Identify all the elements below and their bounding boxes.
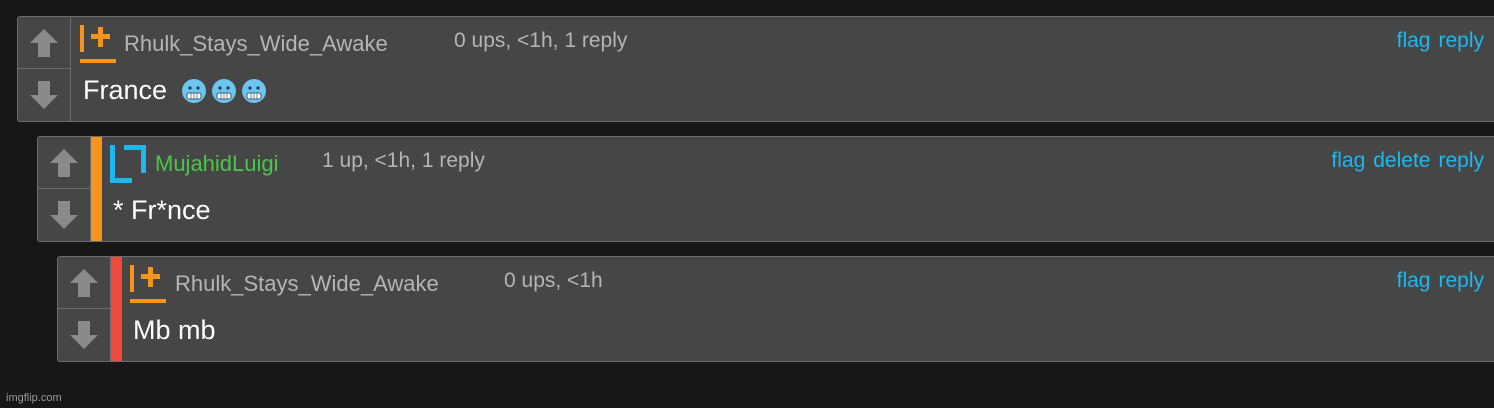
upvote-button[interactable] [58,257,110,309]
username[interactable]: Rhulk_Stays_Wide_Awake [124,31,388,57]
comment-body: * Fr*nce [113,195,211,226]
comment: MujahidLuigi 1 up, <1h, 1 reply flag del… [37,136,1494,242]
username[interactable]: Rhulk_Stays_Wide_Awake [175,271,439,297]
downvote-button[interactable] [38,189,90,241]
comment-body: Mb mb [133,315,216,346]
comment: Rhulk_Stays_Wide_Awake 0 ups, <1h flag r… [57,256,1494,362]
comment-actions: flag delete reply [1331,149,1484,173]
username[interactable]: MujahidLuigi [155,151,279,177]
vote-column [38,137,91,241]
arrow-up-icon [50,148,78,177]
upvote-button[interactable] [38,137,90,189]
downvote-button[interactable] [18,69,70,121]
arrow-up-icon [70,268,98,297]
reply-link[interactable]: reply [1438,149,1484,173]
arrow-down-icon [70,321,98,349]
vote-column [58,257,111,361]
arrow-up-icon [30,28,58,57]
flag-link[interactable]: flag [1397,269,1431,293]
flag-link[interactable]: flag [1331,149,1365,173]
comment-body: France [83,75,267,106]
vote-column [18,17,71,121]
comment-meta: 1 up, <1h, 1 reply [322,149,485,172]
comment-text: France [83,75,168,105]
flag-link[interactable]: flag [1397,29,1431,53]
downvote-button[interactable] [58,309,110,361]
comment-meta: 0 ups, <1h, 1 reply [454,29,628,52]
orange-mod-icon [130,265,166,303]
cold-face-emoji-icon [212,78,237,103]
comment-actions: flag reply [1397,29,1484,53]
reply-link[interactable]: reply [1438,29,1484,53]
orange-mod-icon [80,25,116,63]
comment-actions: flag reply [1397,269,1484,293]
delete-link[interactable]: delete [1373,149,1430,173]
comment-meta: 0 ups, <1h [504,269,603,292]
cold-face-emoji-icon [182,78,207,103]
comment: Rhulk_Stays_Wide_Awake 0 ups, <1h, 1 rep… [17,16,1494,122]
cold-face-emoji-icon [242,78,267,103]
thread-bar [91,137,102,241]
thread-bar [111,257,122,361]
comment-text: * Fr*nce [113,195,211,225]
comment-text: Mb mb [133,315,216,345]
blue-mod-icon [110,145,146,183]
upvote-button[interactable] [18,17,70,69]
watermark: imgflip.com [6,392,62,404]
reply-link[interactable]: reply [1438,269,1484,293]
arrow-down-icon [50,201,78,229]
arrow-down-icon [30,81,58,109]
